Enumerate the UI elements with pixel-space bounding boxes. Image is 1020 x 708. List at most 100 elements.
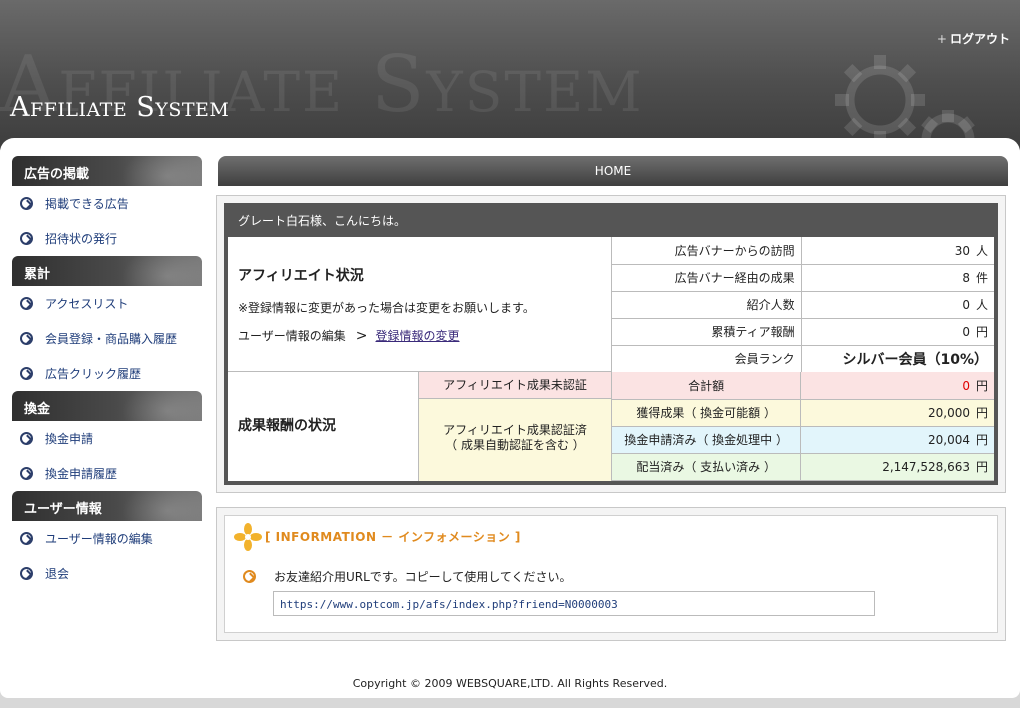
arrow-circle-icon (243, 570, 256, 583)
table-row: 合計額 0円 (612, 372, 994, 400)
reward-value: 0円 (800, 372, 994, 400)
sidebar-item-available-ads[interactable]: 掲載できる広告 (12, 186, 202, 221)
reward-number: 20,000 (928, 406, 970, 420)
sidebar-item-invitation[interactable]: 招待状の発行 (12, 221, 202, 256)
sidebar-item-label: 会員登録・商品購入履歴 (45, 332, 178, 346)
stat-unit: 円 (975, 325, 988, 339)
affiliate-status-panel: アフィリエイト状況 ※登録情報に変更があった場合は変更をお願いします。 ユーザー… (228, 237, 612, 372)
reward-number: 2,147,528,663 (882, 460, 970, 474)
site-logo[interactable]: Affiliate System (10, 92, 229, 123)
status-box: グレート白石様、こんにちは。 アフィリエイト状況 ※登録情報に変更があった場合は… (216, 195, 1006, 493)
sidebar-item-label: ユーザー情報の編集 (45, 532, 153, 546)
sidebar-item-access-list[interactable]: アクセスリスト (12, 286, 202, 321)
copyright: Copyright © 2009 WEBSQUARE,LTD. All Righ… (352, 677, 668, 690)
reward-unit: 円 (975, 460, 988, 474)
table-row: 広告バナー経由の成果 8件 (612, 264, 994, 292)
rewards-title: 成果報酬の状況 (238, 418, 336, 434)
reward-label: 獲得成果（ 換金可能額 ） (612, 399, 802, 427)
arrow-circle-icon (20, 197, 33, 210)
sidebar-item-click-history[interactable]: 広告クリック履歴 (12, 356, 202, 391)
reward-unit: 円 (975, 433, 988, 447)
rewards-panel: 成果報酬の状況 (228, 372, 419, 481)
sidebar-section-user: ユーザー情報 (12, 491, 202, 521)
referral-url-field[interactable]: https://www.optcom.jp/afs/index.php?frie… (273, 591, 875, 616)
greeting: グレート白石様、こんにちは。 (228, 207, 994, 237)
confirmed-category-line2: （ 成果自動認証を含む ） (445, 438, 585, 452)
reward-unit: 円 (975, 406, 988, 420)
information-title: [ INFORMATION － インフォメーション ] (265, 530, 521, 544)
stat-unit: 人 (975, 243, 988, 258)
table-row: 会員ランク シルバー会員（10%） (612, 345, 994, 373)
stat-label: 広告バナーからの訪問 (612, 237, 802, 265)
reward-number: 20,004 (928, 433, 970, 447)
table-row: 配当済み（ 支払い済み ） 2,147,528,663 円 (612, 453, 994, 481)
stat-unit: 人 (975, 298, 988, 312)
reward-value: 2,147,528,663 円 (800, 453, 994, 481)
stat-value: 8件 (801, 264, 994, 292)
sidebar: 広告の掲載 掲載できる広告 招待状の発行 累計 アクセスリスト 会員登録・商品購… (12, 156, 202, 591)
stat-number: 0 (962, 325, 970, 339)
flower-icon (234, 523, 262, 551)
information-box: [ INFORMATION － インフォメーション ] お友達紹介用URLです。… (216, 507, 1006, 641)
affiliate-note: ※登録情報に変更があった場合は変更をお願いします。 (238, 301, 535, 315)
status-inner: グレート白石様、こんにちは。 アフィリエイト状況 ※登録情報に変更があった場合は… (224, 203, 998, 485)
sidebar-item-label: 招待状の発行 (45, 232, 118, 246)
table-row: 紹介人数 0人 (612, 291, 994, 319)
sidebar-item-exchange-history[interactable]: 換金申請履歴 (12, 456, 202, 491)
table-row: 広告バナーからの訪問 30 人 (612, 237, 994, 265)
sidebar-section-ad: 広告の掲載 (12, 156, 202, 186)
information-message: お友達紹介用URLです。コピーして使用してください。 (243, 568, 572, 585)
reward-label: 配当済み（ 支払い済み ） (612, 453, 802, 481)
sidebar-item-label: 退会 (45, 567, 70, 581)
stat-number: 30 (954, 243, 970, 258)
table-row: 獲得成果（ 換金可能額 ） 20,000 円 (612, 399, 994, 427)
sidebar-item-label: 換金申請履歴 (45, 467, 118, 481)
reward-number: 0 (962, 378, 970, 393)
stat-value: 0人 (801, 291, 994, 319)
sidebar-section-exchange: 換金 (12, 391, 202, 421)
stat-label: 広告バナー経由の成果 (612, 264, 802, 292)
stat-number: 0 (962, 298, 970, 312)
sidebar-item-label: 換金申請 (45, 432, 94, 446)
site-header: Affiliate System Affiliate System + ログアウト (0, 0, 1020, 150)
arrow-circle-icon (20, 297, 33, 310)
confirmed-category: アフィリエイト成果認証済 （ 成果自動認証を含む ） (419, 399, 612, 481)
reward-label: 合計額 (612, 372, 802, 400)
sidebar-item-exchange-request[interactable]: 換金申請 (12, 421, 202, 456)
arrow-circle-icon (20, 567, 33, 580)
reward-unit: 円 (975, 378, 988, 393)
stat-unit: 件 (975, 271, 988, 285)
member-rank-value: シルバー会員（10%） (801, 345, 994, 373)
sidebar-item-withdraw[interactable]: 退会 (12, 556, 202, 591)
unconfirmed-category: アフィリエイト成果未認証 (419, 372, 612, 399)
edit-user-label: ユーザー情報の編集 (238, 329, 346, 343)
sidebar-item-purchase-history[interactable]: 会員登録・商品購入履歴 (12, 321, 202, 356)
table-row: 累積ティア報酬 0円 (612, 318, 994, 346)
sidebar-item-label: 掲載できる広告 (45, 197, 129, 211)
reward-value: 20,004 円 (800, 426, 994, 454)
sidebar-item-label: 広告クリック履歴 (45, 367, 142, 381)
rewards-table: 合計額 0円 獲得成果（ 換金可能額 ） 20,000 円 換金申請済み（ 換金処… (612, 372, 994, 481)
stat-number: 8 (962, 271, 970, 285)
reward-value: 20,000 円 (800, 399, 994, 427)
stat-value: 0円 (801, 318, 994, 346)
sidebar-item-label: アクセスリスト (45, 297, 129, 311)
stat-value: 30 人 (801, 237, 994, 265)
page-title: HOME (218, 156, 1008, 186)
change-registration-link[interactable]: 登録情報の変更 (376, 329, 460, 343)
arrow-circle-icon (20, 467, 33, 480)
information-inner: [ INFORMATION － インフォメーション ] お友達紹介用URLです。… (224, 515, 998, 633)
sidebar-section-totals: 累計 (12, 256, 202, 286)
gears-icon (835, 55, 975, 150)
arrow-circle-icon (20, 367, 33, 380)
logout-link[interactable]: + ログアウト (937, 30, 1010, 47)
sidebar-item-edit-user[interactable]: ユーザー情報の編集 (12, 521, 202, 556)
affiliate-status-title: アフィリエイト状況 (238, 268, 364, 284)
affiliate-links: ユーザー情報の編集 > 登録情報の変更 (238, 327, 460, 344)
reward-label: 換金申請済み（ 換金処理中 ） (612, 426, 802, 454)
member-rank: シルバー会員（10%） (842, 351, 988, 368)
stat-label: 累積ティア報酬 (612, 318, 802, 346)
logout-label: ログアウト (949, 32, 1010, 46)
table-row: 換金申請済み（ 換金処理中 ） 20,004 円 (612, 426, 994, 454)
stat-label: 会員ランク (612, 345, 802, 373)
